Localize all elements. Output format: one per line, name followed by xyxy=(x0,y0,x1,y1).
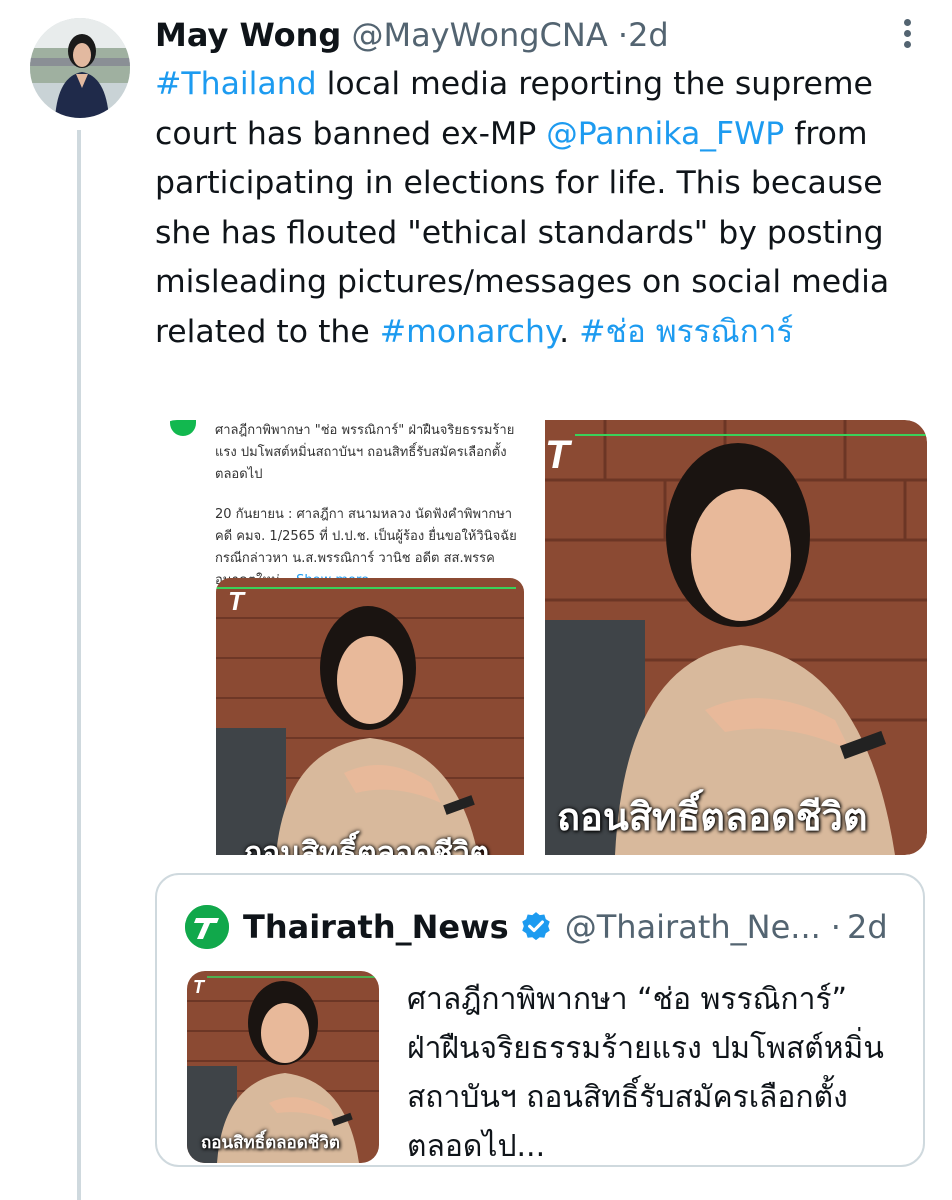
thairath-logo-icon[interactable] xyxy=(185,905,229,949)
screenshot-headline: ศาลฎีกาพิพากษา "ช่อ พรรณิการ์" ฝ่าฝืนจริ… xyxy=(215,423,515,482)
quote-thumbnail-caption: ถอนสิทธิ์ตลอดชีวิต xyxy=(201,1133,340,1153)
thairath-logo-icon xyxy=(170,420,196,436)
tweet-time[interactable]: 2d xyxy=(628,16,669,54)
author-handle[interactable]: @MayWongCNA xyxy=(351,16,607,54)
quote-thumbnail[interactable]: T ถอนสิทธิ์ตลอดชีวิต xyxy=(187,971,379,1163)
header-separator: · xyxy=(617,16,629,54)
hashtag-cho-pannika[interactable]: #ช่อ พรรณิการ์ xyxy=(579,314,793,350)
avatar[interactable] xyxy=(30,18,130,118)
quote-header: Thairath_News @Thairath_Ne... · 2d xyxy=(185,905,888,949)
media-right-photo[interactable]: T ถอนสิทธิ์ตลอดชีวิต xyxy=(545,420,927,855)
tweet-header: May Wong @MayWongCNA ·2d xyxy=(155,14,669,56)
tweet-text-part: . xyxy=(559,313,580,350)
media-grid: ศาลฎีกาพิพากษา "ช่อ พรรณิการ์" ฝ่าฝืนจริ… xyxy=(155,420,927,855)
tweet-text: #Thailand local media reporting the supr… xyxy=(155,60,940,358)
quote-text: ศาลฎีกาพิพากษา “ช่อ พรรณิการ์” ฝ่าฝืนจริ… xyxy=(407,982,884,1164)
thread-line xyxy=(77,130,81,1200)
screenshot-caption: ถอนสิทธิ์ตลอดชีวิต xyxy=(244,836,490,855)
quote-author-name[interactable]: Thairath_News xyxy=(243,908,509,946)
quote-separator: · xyxy=(830,908,841,946)
quote-time[interactable]: 2d xyxy=(847,908,888,946)
quoted-tweet[interactable]: Thairath_News @Thairath_Ne... · 2d T ถอนส… xyxy=(155,873,925,1167)
mention-pannika[interactable]: @Pannika_FWP xyxy=(546,116,784,152)
hashtag-thailand[interactable]: #Thailand xyxy=(155,66,317,102)
verified-badge-icon xyxy=(521,912,550,941)
quote-handle[interactable]: @Thairath_Ne... xyxy=(565,908,821,946)
svg-text:T: T xyxy=(228,586,246,616)
svg-text:T: T xyxy=(545,433,573,477)
photo-caption: ถอนสิทธิ์ตลอดชีวิต xyxy=(557,795,868,839)
hashtag-monarchy[interactable]: #monarchy xyxy=(380,314,559,350)
media-left-screenshot[interactable]: ศาลฎีกาพิพากษา "ช่อ พรรณิการ์" ฝ่าฝืนจริ… xyxy=(155,420,543,855)
author-name[interactable]: May Wong xyxy=(155,16,341,54)
screenshot-photo: T ถอนสิทธิ์ตลอดชีวิต xyxy=(216,578,524,855)
more-vertical-icon[interactable] xyxy=(892,16,922,56)
